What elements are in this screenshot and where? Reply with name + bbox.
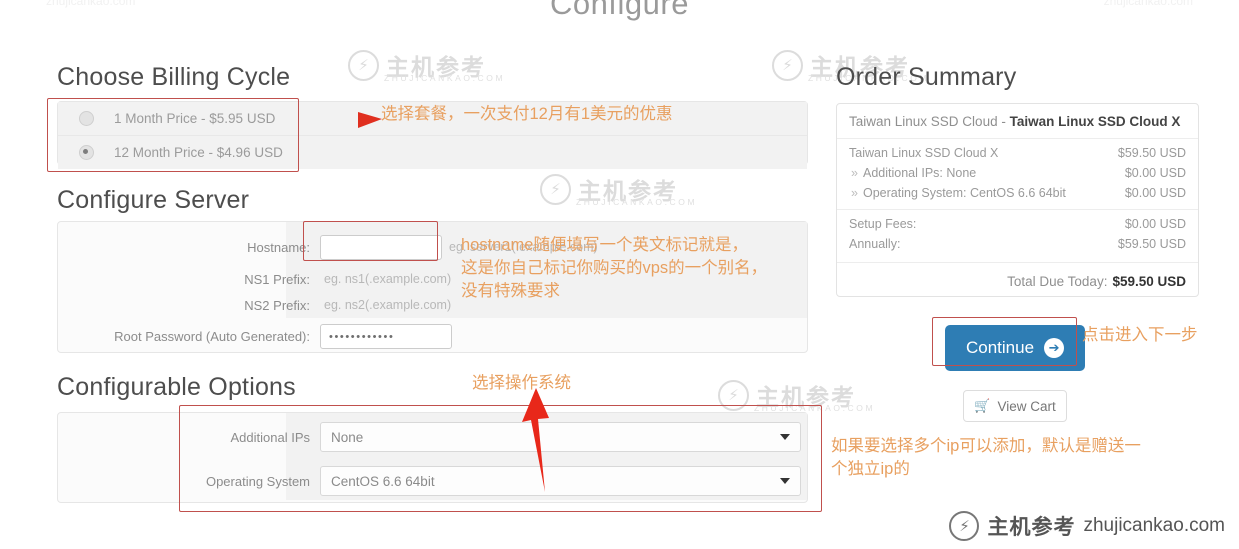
operating-system-row: Operating System CentOS 6.6 64bit (58, 466, 807, 496)
site-watermark-domain: zhujicankao.com (1083, 515, 1225, 536)
ns1-prefix-hint[interactable]: eg. ns1(.example.com) (324, 272, 451, 286)
ns2-prefix-label: NS2 Prefix: (244, 297, 310, 313)
order-summary-total: Total Due Today: $59.50 USD (837, 267, 1198, 298)
ns2-prefix-hint[interactable]: eg. ns2(.example.com) (324, 298, 451, 312)
root-password-row: Root Password (Auto Generated): ••••••••… (58, 322, 807, 350)
watermark-domain: ZHUJICANKAO.COM (384, 73, 506, 83)
arrow-right-icon: ➔ (1044, 338, 1065, 358)
billing-option-label: 12 Month Price - $4.96 USD (114, 145, 283, 160)
chevron-down-icon[interactable] (780, 434, 790, 440)
fee-label: Annually: (849, 237, 901, 251)
root-password-value: •••••••••••• (329, 330, 395, 343)
hostname-input[interactable] (320, 234, 442, 260)
total-label: Total Due Today: (1007, 274, 1108, 289)
divider (837, 209, 1198, 210)
billing-option-row[interactable]: 12 Month Price - $4.96 USD (58, 135, 807, 169)
chevron-down-icon[interactable] (780, 478, 790, 484)
annotation-billing-text: 选择套餐，一次支付12月有1美元的优惠 (381, 105, 673, 123)
order-summary-box: Taiwan Linux SSD Cloud - Taiwan Linux SS… (836, 103, 1199, 297)
billing-radio-cell[interactable] (58, 111, 114, 126)
order-summary-line: Taiwan Linux SSD Cloud X $59.50 USD (837, 143, 1198, 163)
total-amount: $59.50 USD (1112, 274, 1186, 289)
billing-option-label: 1 Month Price - $5.95 USD (114, 111, 276, 126)
additional-ips-label: Additional IPs (230, 429, 311, 445)
watermark-cn: 主机参考 (756, 384, 856, 410)
fee-amount: $59.50 USD (1117, 237, 1186, 251)
ghost-text-right: zhujicankao.com (1103, 0, 1193, 8)
watermark: ⚡ 主机参考 ZHUJICANKAO.COM (348, 48, 503, 83)
order-line-label: Operating System: CentOS 6.6 64bit (863, 186, 1066, 200)
operating-system-value: CentOS 6.6 64bit (331, 473, 435, 489)
additional-ips-value: None (331, 429, 364, 445)
site-watermark-logo-icon: ⚡ (949, 511, 980, 541)
radio-icon-1-month[interactable] (78, 111, 94, 126)
watermark-domain: ZHUJICANKAO.COM (576, 197, 698, 207)
fee-label: Setup Fees: (849, 217, 917, 231)
order-summary-line: Additional IPs: None $0.00 USD (837, 163, 1198, 183)
watermark-cn: 主机参考 (386, 54, 486, 80)
view-cart-button[interactable]: 🛒 View Cart (963, 390, 1067, 422)
watermark-logo-icon: ⚡ (540, 173, 571, 205)
order-summary-product-prefix: Taiwan Linux SSD Cloud - (849, 114, 1010, 129)
divider (837, 262, 1198, 263)
configure-server-heading: Configure Server (57, 186, 250, 214)
order-summary-fee-line: Annually: $59.50 USD (837, 234, 1198, 254)
configure-page: Configure zhujicankao.com zhujicankao.co… (0, 0, 1239, 549)
order-summary-product-name: Taiwan Linux SSD Cloud X (1009, 114, 1181, 129)
watermark-cn: 主机参考 (578, 178, 678, 204)
continue-button[interactable]: Continue ➔ (945, 325, 1085, 371)
shopping-cart-icon: 🛒 (974, 398, 991, 413)
order-line-label: Taiwan Linux SSD Cloud X (849, 146, 999, 160)
watermark-logo-icon: ⚡ (348, 49, 379, 81)
watermark: ⚡ 主机参考 ZHUJICANKAO.COM (718, 378, 873, 413)
billing-radio-cell[interactable] (58, 145, 114, 160)
site-watermark: ⚡ 主机参考 zhujicankao.com (949, 511, 1225, 541)
order-summary-heading: Order Summary (836, 63, 1017, 91)
annotation-hostname-text: hostname随便填写一个英文标记就是， 这是你自己标记你购买的vps的一个别… (461, 236, 768, 300)
fee-amount: $0.00 USD (1124, 217, 1186, 231)
order-line-amount: $59.50 USD (1117, 146, 1186, 160)
watermark-logo-icon: ⚡ (772, 49, 803, 81)
annotation-arrow-os (522, 388, 549, 492)
additional-ips-row: Additional IPs None (58, 422, 807, 452)
billing-cycle-heading: Choose Billing Cycle (57, 63, 291, 91)
order-summary-fee-line: Setup Fees: $0.00 USD (837, 214, 1198, 234)
annotation-additional-ips-text: 如果要选择多个ip可以添加，默认是赠送一 个独立ip的 (831, 437, 1141, 478)
watermark-logo-icon: ⚡ (718, 379, 749, 411)
radio-icon-12-month[interactable] (78, 145, 94, 160)
hostname-label: Hostname: (247, 239, 310, 255)
continue-label: Continue (965, 338, 1035, 357)
configurable-options-heading: Configurable Options (57, 373, 296, 401)
annotation-arrow-billing (318, 112, 382, 128)
order-summary-product: Taiwan Linux SSD Cloud - Taiwan Linux SS… (837, 104, 1198, 139)
watermark: ⚡ 主机参考 ZHUJICANKAO.COM (540, 172, 695, 207)
page-title: Configure (550, 0, 689, 21)
view-cart-label: View Cart (997, 398, 1056, 414)
ghost-text-left: zhujicankao.com (46, 0, 136, 8)
order-line-amount: $0.00 USD (1124, 186, 1186, 200)
order-summary-line: Operating System: CentOS 6.6 64bit $0.00… (837, 183, 1198, 203)
root-password-label: Root Password (Auto Generated): (114, 328, 310, 344)
operating-system-label: Operating System (205, 473, 310, 489)
site-watermark-cn: 主机参考 (987, 516, 1076, 539)
configurable-options-panel: Additional IPs None Operating System Cen… (57, 412, 808, 503)
order-line-label: Additional IPs: None (863, 166, 977, 180)
ns1-prefix-label: NS1 Prefix: (244, 271, 310, 287)
annotation-continue-text: 点击进入下一步 (1082, 326, 1198, 344)
root-password-input[interactable]: •••••••••••• (320, 323, 452, 349)
order-line-amount: $0.00 USD (1124, 166, 1186, 180)
